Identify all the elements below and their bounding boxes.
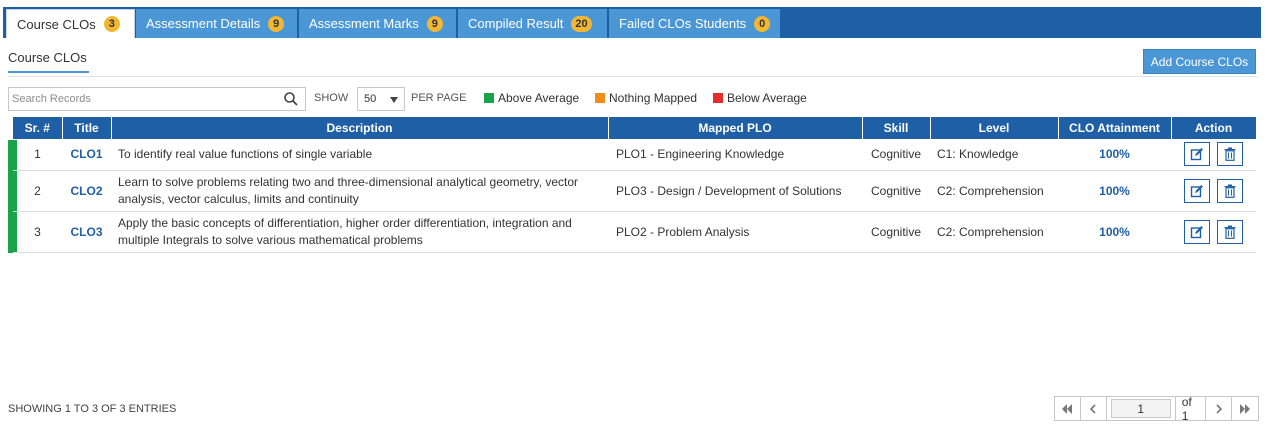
- cell-level: C2: Comprehension: [930, 170, 1058, 212]
- add-course-clos-button[interactable]: Add Course CLOs: [1143, 49, 1256, 74]
- per-page-value: 50: [364, 93, 377, 105]
- cell-level: C1: Knowledge: [930, 139, 1058, 171]
- cell-title-link[interactable]: CLO1: [62, 139, 111, 171]
- cell-mapped-plo: PLO1 - Engineering Knowledge: [608, 139, 862, 171]
- entries-info: SHOWING 1 TO 3 OF 3 ENTRIES: [8, 403, 177, 415]
- column-header-level[interactable]: Level: [930, 117, 1059, 139]
- cell-sr: 1: [13, 139, 62, 171]
- show-label: SHOW: [314, 92, 349, 104]
- legend-swatch: [484, 93, 494, 103]
- search-icon[interactable]: [283, 91, 299, 107]
- column-header-description[interactable]: Description: [111, 117, 609, 139]
- tab-failed-clos-students[interactable]: Failed CLOs Students 0: [609, 9, 781, 38]
- cell-action: [1171, 139, 1256, 171]
- legend-label: Above Average: [498, 91, 580, 105]
- tab-bar: Course CLOs 3 Assessment Details 9 Asses…: [3, 7, 1261, 38]
- section-divider: [8, 76, 1258, 77]
- page-number-input[interactable]: [1110, 399, 1171, 418]
- count-badge: 20: [571, 15, 592, 32]
- pagination: of 1: [1054, 395, 1259, 423]
- last-page-icon[interactable]: [1232, 397, 1258, 420]
- tab-assessment-marks[interactable]: Assessment Marks 9: [299, 9, 457, 38]
- cell-description: To identify real value functions of sing…: [111, 139, 608, 171]
- cell-sr: 2: [13, 170, 62, 212]
- delete-button[interactable]: [1217, 178, 1244, 203]
- chevron-down-icon: [390, 97, 398, 103]
- count-badge: 9: [426, 15, 443, 32]
- cell-clo-attainment: 100%: [1058, 211, 1171, 253]
- page-count-label: of 1: [1174, 395, 1207, 423]
- tab-label: Assessment Details: [146, 16, 261, 31]
- section-underline: [8, 71, 89, 73]
- prev-page-icon[interactable]: [1081, 397, 1107, 420]
- cell-action: [1171, 211, 1256, 253]
- legend-swatch: [595, 93, 605, 103]
- per-page-select[interactable]: 50: [357, 87, 405, 111]
- count-badge: 9: [268, 15, 285, 32]
- cell-action: [1171, 170, 1256, 212]
- cell-description: Apply the basic concepts of differentiat…: [111, 211, 608, 253]
- cell-clo-attainment: 100%: [1058, 170, 1171, 212]
- edit-button[interactable]: [1183, 178, 1210, 203]
- legend-nothing-mapped: Nothing Mapped: [595, 91, 697, 105]
- first-page-icon[interactable]: [1055, 397, 1081, 420]
- column-header-title[interactable]: Title: [62, 117, 112, 139]
- table-header-row: Sr. # Title Description Mapped PLO Skill…: [13, 117, 1257, 139]
- column-header-clo-attainment[interactable]: CLO Attainment: [1058, 117, 1172, 139]
- legend-label: Nothing Mapped: [609, 91, 698, 105]
- table-row: 3 CLO3 Apply the basic concepts of diffe…: [13, 211, 1256, 253]
- trash-icon: [1224, 225, 1236, 239]
- cell-title-link[interactable]: CLO3: [62, 211, 111, 253]
- cell-sr: 3: [13, 211, 62, 253]
- cell-skill: Cognitive: [862, 139, 930, 171]
- table-row: 1 CLO1 To identify real value functions …: [13, 139, 1256, 171]
- per-page-label: PER PAGE: [411, 92, 467, 104]
- edit-icon: [1190, 225, 1203, 238]
- cell-mapped-plo: PLO3 - Design / Development of Solutions: [608, 170, 862, 212]
- tab-assessment-details[interactable]: Assessment Details 9: [136, 9, 298, 38]
- trash-icon: [1224, 147, 1236, 162]
- column-header-skill[interactable]: Skill: [862, 117, 931, 139]
- cell-title-link[interactable]: CLO2: [62, 170, 111, 212]
- trash-icon: [1224, 184, 1236, 198]
- tab-label: Course CLOs: [17, 16, 96, 32]
- tab-compiled-result[interactable]: Compiled Result 20: [458, 9, 608, 38]
- cell-skill: Cognitive: [862, 170, 930, 212]
- column-header-mapped-plo[interactable]: Mapped PLO: [608, 117, 863, 139]
- search-input[interactable]: [9, 88, 279, 110]
- cell-description: Learn to solve problems relating two and…: [111, 170, 608, 212]
- edit-button[interactable]: [1183, 142, 1210, 167]
- clos-table: Sr. # Title Description Mapped PLO Skill…: [13, 117, 1257, 253]
- tab-label: Assessment Marks: [309, 16, 419, 31]
- cell-level: C2: Comprehension: [930, 211, 1058, 253]
- count-badge: 3: [103, 16, 120, 32]
- legend-below-average: Below Average: [713, 91, 807, 105]
- cell-clo-attainment: 100%: [1058, 139, 1171, 171]
- search-box: [8, 87, 306, 111]
- delete-button[interactable]: [1217, 142, 1244, 167]
- delete-button[interactable]: [1217, 219, 1244, 244]
- edit-icon: [1190, 148, 1203, 161]
- next-page-icon[interactable]: [1206, 397, 1233, 420]
- edit-button[interactable]: [1183, 219, 1210, 244]
- cell-skill: Cognitive: [862, 211, 930, 253]
- legend-label: Below Average: [727, 91, 807, 105]
- legend-above-average: Above Average: [484, 91, 579, 105]
- edit-icon: [1190, 184, 1203, 197]
- legend-swatch: [713, 93, 723, 103]
- column-header-action: Action: [1171, 117, 1257, 139]
- section-title: Course CLOs: [8, 50, 87, 65]
- cell-mapped-plo: PLO2 - Problem Analysis: [608, 211, 862, 253]
- tab-label: Compiled Result: [468, 16, 564, 31]
- table-row: 2 CLO2 Learn to solve problems relating …: [13, 170, 1256, 212]
- tab-course-clos[interactable]: Course CLOs 3: [6, 9, 135, 38]
- column-header-sr[interactable]: Sr. #: [13, 117, 63, 139]
- tab-label: Failed CLOs Students: [619, 16, 747, 31]
- count-badge: 0: [754, 15, 771, 32]
